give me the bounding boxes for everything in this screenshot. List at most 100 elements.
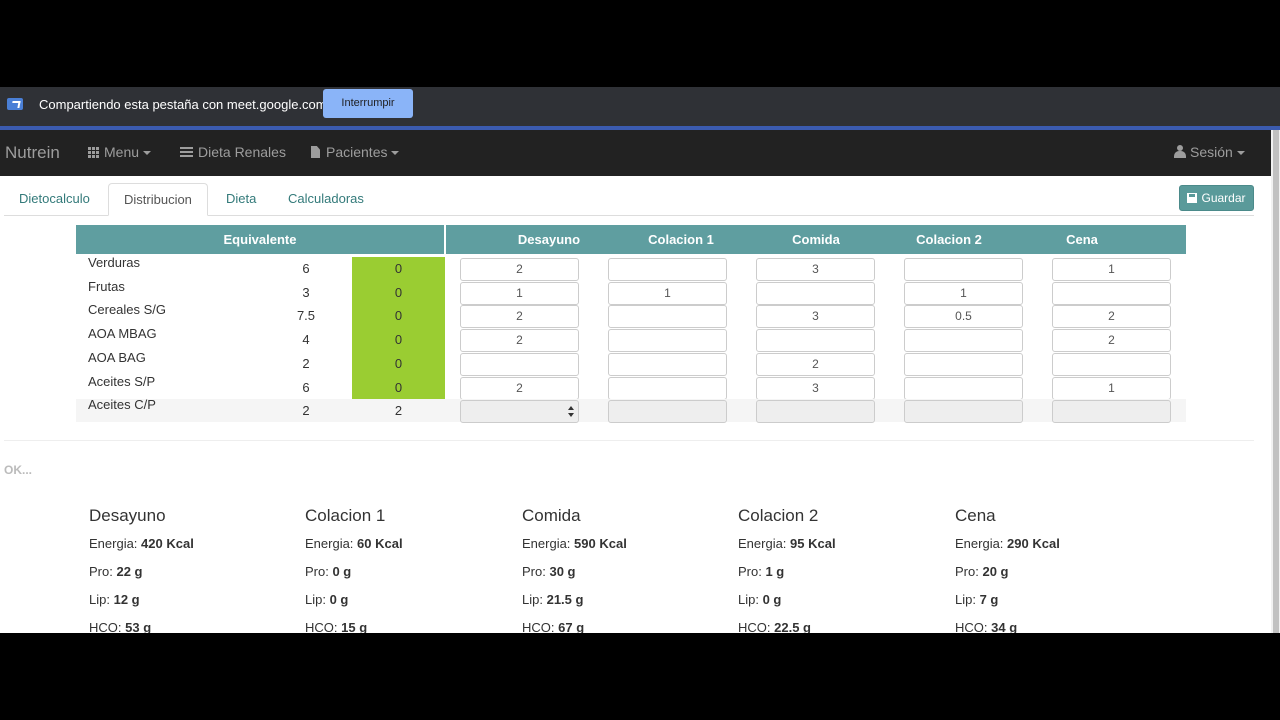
food-group-name: AOA BAG	[88, 349, 146, 365]
share-status-text: Compartiendo esta pestaña con meet.googl…	[39, 97, 327, 112]
meal-input[interactable]	[904, 329, 1023, 353]
equivalent-count: 3	[302, 284, 310, 300]
meal-input[interactable]	[1052, 281, 1171, 305]
meal-input[interactable]: 1	[1052, 376, 1171, 400]
equivalente-header: Equivalente	[76, 225, 444, 254]
list-icon	[180, 147, 193, 157]
meal-input[interactable]: 2	[460, 329, 579, 353]
summary-lip-value: 7 g	[979, 592, 999, 607]
grid-icon	[88, 147, 99, 158]
equivalent-count: 2	[302, 403, 310, 419]
meal-input[interactable]	[608, 352, 727, 376]
summary-pro-value: 30 g	[549, 564, 576, 579]
table-row: AOA MBAG 4 0 2 2	[76, 326, 1186, 353]
summary-pro-line: Pro: 20 g	[955, 564, 1165, 592]
save-button[interactable]: Guardar	[1179, 185, 1254, 211]
scrollbar-thumb[interactable]	[1273, 130, 1279, 633]
summary-lip-label: Lip:	[522, 592, 543, 607]
screen-share-icon	[7, 98, 23, 110]
meal-input[interactable]	[904, 376, 1023, 400]
summary-pro-line: Pro: 1 g	[738, 564, 948, 592]
summary-lip-line: Lip: 12 g	[89, 592, 299, 620]
nav-pacientes-dropdown[interactable]: Pacientes	[311, 144, 400, 160]
meal-summary-column: Colacion 2 Energia: 95 Kcal Pro: 1 g Lip: 0…	[738, 506, 948, 633]
remaining-count: 0	[352, 257, 445, 281]
meal-input[interactable]: 3	[756, 305, 875, 329]
summary-pro-line: Pro: 30 g	[522, 564, 732, 592]
meal-input[interactable]: 1	[608, 281, 727, 305]
meal-header: Colacion 1	[648, 232, 714, 247]
equivalent-count: 4	[302, 332, 310, 348]
meal-input[interactable]	[1052, 400, 1171, 424]
meal-input[interactable]	[460, 352, 579, 376]
meal-input[interactable]: 2	[1052, 329, 1171, 353]
summary-pro-label: Pro:	[305, 564, 329, 579]
meal-input[interactable]: 1	[460, 281, 579, 305]
summary-lip-line: Lip: 21.5 g	[522, 592, 732, 620]
meal-summary-title: Comida	[522, 506, 581, 525]
remaining-count: 0	[352, 328, 445, 353]
summary-hco-label: HCO:	[89, 620, 122, 633]
caret-down-icon	[143, 151, 152, 156]
meals-header: Desayuno Colacion 1 Comida Colacion 2 Ce…	[446, 225, 1186, 254]
remaining-count: 0	[352, 280, 445, 305]
remaining-count: 0	[352, 375, 445, 400]
meal-select[interactable]	[460, 400, 579, 424]
nav-menu-dropdown[interactable]: Menu	[88, 144, 152, 160]
meal-input[interactable]	[608, 258, 727, 281]
meal-summary-column: Comida Energia: 590 Kcal Pro: 30 g Lip: 21.…	[522, 506, 732, 633]
meal-summary-column: Colacion 1 Energia: 60 Kcal Pro: 0 g Lip: 0…	[305, 506, 515, 633]
food-group-name: Cereales S/G	[88, 302, 167, 318]
meal-input[interactable]: 2	[1052, 305, 1171, 329]
meal-summary-column: Desayuno Energia: 420 Kcal Pro: 22 g Lip: 1…	[89, 506, 299, 633]
meal-input[interactable]: 3	[756, 258, 875, 281]
meal-input[interactable]	[608, 329, 727, 353]
table-row: Aceites S/P 6 0 2 3 1	[76, 374, 1186, 400]
nav-dieta-renales[interactable]: Dieta Renales	[180, 144, 286, 160]
tab-dietocalculo[interactable]: Dietocalculo	[4, 183, 105, 214]
summary-hco-line: HCO: 15 g	[305, 620, 515, 633]
meal-input[interactable]	[756, 400, 875, 424]
summary-lip-line: Lip: 7 g	[955, 592, 1165, 620]
summary-energia-line: Energia: 95 Kcal	[738, 536, 948, 564]
table-row: Aceites C/P 2 2	[76, 397, 1186, 424]
nav-sesion-label: Sesión	[1190, 144, 1233, 160]
select-arrows-icon	[568, 406, 574, 418]
meal-summary-title: Colacion 1	[305, 506, 386, 525]
food-group-name: AOA MBAG	[88, 326, 157, 342]
meal-summary-column: Cena Energia: 290 Kcal Pro: 20 g Lip: 7 g HC…	[955, 506, 1165, 633]
meal-header: Cena	[1066, 232, 1098, 247]
save-button-label: Guardar	[1201, 191, 1246, 205]
summary-pro-value: 20 g	[982, 564, 1009, 579]
meal-input[interactable]	[904, 352, 1023, 376]
meal-input[interactable]: 2	[756, 352, 875, 376]
tab-calculadoras[interactable]: Calculadoras	[273, 183, 379, 214]
meal-input[interactable]: 2	[460, 258, 579, 281]
brand-link[interactable]: Nutrein	[5, 143, 60, 163]
summary-energia-label: Energia:	[738, 536, 787, 551]
stop-sharing-button[interactable]: Interrumpir	[323, 89, 413, 118]
meal-input[interactable]: 1	[1052, 258, 1171, 281]
tab-distribucion[interactable]: Distribucion	[108, 183, 208, 216]
summary-hco-line: HCO: 53 g	[89, 620, 299, 633]
meal-input[interactable]	[756, 281, 875, 305]
meal-input[interactable]	[904, 400, 1023, 424]
summary-lip-label: Lip:	[738, 592, 759, 607]
summary-lip-line: Lip: 0 g	[738, 592, 948, 620]
meal-input[interactable]: 3	[756, 376, 875, 400]
meal-input[interactable]	[608, 400, 727, 424]
nav-sesion-dropdown[interactable]: Sesión	[1174, 144, 1245, 160]
meal-input[interactable]	[756, 329, 875, 353]
summary-energia-line: Energia: 420 Kcal	[89, 536, 299, 564]
meal-input[interactable]	[608, 305, 727, 329]
app-window: Nutrein Menu Dieta Renales Pacientes Ses…	[0, 130, 1271, 633]
divider	[4, 440, 1254, 441]
meal-input[interactable]: 2	[460, 305, 579, 329]
meal-input[interactable]	[608, 376, 727, 400]
meal-input[interactable]: 0.5	[904, 305, 1023, 329]
meal-input[interactable]	[904, 258, 1023, 281]
meal-input[interactable]	[1052, 352, 1171, 376]
meal-input[interactable]: 2	[460, 376, 579, 400]
meal-input[interactable]: 1	[904, 281, 1023, 305]
tab-dieta[interactable]: Dieta	[211, 183, 271, 214]
